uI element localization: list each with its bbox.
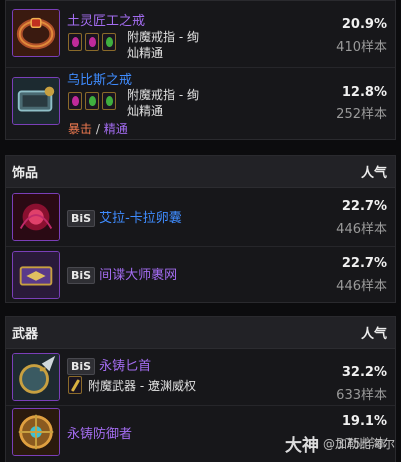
item-name[interactable]: BiS 永铸匕首 [67,355,151,375]
watermark: 大神 @加勒比海尔 [285,431,395,456]
stat-separator: / [95,122,100,136]
popularity-percent: 22.7% [341,199,387,214]
stat-crit: 暴击 [68,122,93,136]
gem-icon [85,92,99,110]
secondary-stats: 暴击 / 精通 [68,120,128,137]
trinket-icon [12,193,60,241]
ring-icon [12,9,60,57]
sample-count: 446样本 [336,279,387,294]
sample-count: 410样本 [336,40,387,55]
stat-mastery: 精通 [103,122,128,136]
popularity-percent: 32.2% [341,365,387,380]
bis-badge: BiS [67,210,96,227]
trinket-icon [12,251,60,299]
popularity-header: 人气 [360,327,387,342]
ring-icon [12,77,60,125]
watermark-logo: 大神 [284,436,319,456]
item-name[interactable]: 乌比斯之戒 [67,69,132,88]
sample-count: 633样本 [336,388,387,403]
enchant-text: 附魔戒指 - 绚 灿精通 [127,30,199,60]
gem-icon [102,92,116,110]
rings-panel: 土灵匠工之戒 附魔戒指 - 绚 灿精通 20.9% 410样本 乌比斯之戒 附魔… [5,0,396,140]
enchant-icon-holder [68,376,82,394]
popularity-percent: 12.8% [341,85,387,100]
sample-count: 252样本 [336,107,387,122]
gem-sockets [68,33,116,51]
enchant-text: 附魔戒指 - 绚 灿精通 [127,88,199,118]
weapon-icon [12,408,60,456]
bis-badge: BiS [67,358,96,375]
popularity-header: 人气 [360,166,387,181]
item-name[interactable]: 永铸防御者 [67,423,132,442]
section-header: 武器 人气 [6,317,395,349]
gem-icon [68,33,82,51]
section-header: 饰品 人气 [6,156,395,188]
trinkets-panel: 饰品 人气 BiS 艾拉-卡拉卵囊 22.7% 446样本 BiS 间谍大师裹网… [5,155,396,303]
ring-row[interactable]: 乌比斯之戒 附魔戒指 - 绚 灿精通 暴击 / 精通 12.8% 252样本 [6,68,395,140]
item-name[interactable]: BiS 艾拉-卡拉卵囊 [67,207,182,227]
weapon-row[interactable]: BiS 永铸匕首 附魔武器 - 遼渊威权 32.2% 633样本 [6,350,395,405]
item-name[interactable]: BiS 间谍大师裹网 [67,264,177,284]
gem-icon [102,33,116,51]
gem-icon [68,92,82,110]
sample-count: 446样本 [336,222,387,237]
section-title: 饰品 [12,166,39,181]
trinket-row[interactable]: BiS 艾拉-卡拉卵囊 22.7% 446样本 [6,189,395,246]
gem-sockets [68,92,116,110]
gem-icon [85,33,99,51]
section-title: 武器 [12,327,39,342]
enchant-text: 附魔武器 - 遼渊威权 [88,379,196,393]
trinket-row[interactable]: BiS 间谍大师裹网 22.7% 446样本 [6,247,395,303]
weapon-icon [12,353,60,401]
popularity-percent: 20.9% [341,17,387,32]
popularity-percent: 22.7% [341,256,387,271]
bis-badge: BiS [67,267,96,284]
ring-row[interactable]: 土灵匠工之戒 附魔戒指 - 绚 灿精通 20.9% 410样本 [6,1,395,67]
enchant-icon [68,376,82,394]
watermark-text: @加勒比海尔 [322,437,395,451]
popularity-percent: 19.1% [341,414,387,429]
item-name[interactable]: 土灵匠工之戒 [67,10,145,29]
